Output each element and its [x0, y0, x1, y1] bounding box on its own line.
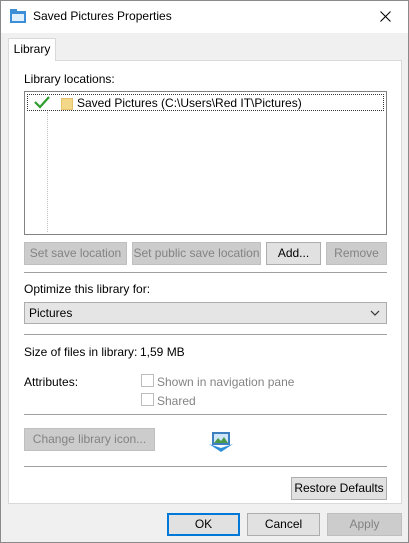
- divider: [24, 414, 387, 415]
- optimize-select[interactable]: Pictures: [24, 302, 387, 324]
- apply-button[interactable]: Apply: [327, 513, 402, 536]
- optimize-label: Optimize this library for:: [24, 282, 151, 296]
- folder-icon: [61, 98, 73, 110]
- ok-button[interactable]: OK: [167, 513, 240, 536]
- chevron-down-icon: [370, 307, 380, 321]
- shared-checkbox[interactable]: [141, 393, 154, 406]
- close-button[interactable]: [362, 1, 408, 32]
- change-library-icon-button[interactable]: Change library icon...: [24, 428, 155, 451]
- divider: [24, 334, 387, 335]
- list-item[interactable]: Saved Pictures (C:\Users\Red IT\Pictures…: [27, 94, 384, 111]
- location-path: Saved Pictures (C:\Users\Red IT\Pictures…: [77, 96, 302, 110]
- remove-button[interactable]: Remove: [326, 242, 387, 265]
- add-button[interactable]: Add...: [266, 242, 321, 265]
- cancel-button[interactable]: Cancel: [247, 513, 320, 536]
- close-icon: [379, 11, 391, 22]
- library-locations-heading: Library locations:: [24, 72, 115, 86]
- library-tab-panel: Library locations: Saved Pictures (C:\Us…: [8, 60, 402, 504]
- checkmark-icon: [34, 94, 50, 113]
- tree-line: [47, 112, 48, 232]
- restore-defaults-button[interactable]: Restore Defaults: [291, 477, 387, 500]
- tab-library[interactable]: Library: [8, 38, 56, 61]
- set-save-location-button[interactable]: Set save location: [24, 242, 127, 265]
- library-folder-icon: [10, 9, 26, 23]
- size-label: Size of files in library:: [24, 345, 138, 359]
- library-locations-list[interactable]: Saved Pictures (C:\Users\Red IT\Pictures…: [24, 91, 387, 235]
- title-bar: Saved Pictures Properties: [1, 1, 408, 33]
- set-public-save-location-button[interactable]: Set public save location: [132, 242, 261, 265]
- window-title: Saved Pictures Properties: [33, 9, 172, 23]
- size-value: 1,59 MB: [140, 345, 185, 359]
- shown-in-navigation-checkbox[interactable]: [141, 374, 154, 387]
- divider: [24, 466, 387, 467]
- divider: [24, 272, 387, 273]
- shared-label: Shared: [157, 394, 196, 408]
- properties-dialog: Saved Pictures Properties Library Librar…: [0, 0, 409, 543]
- optimize-value: Pictures: [29, 306, 73, 320]
- library-preview-icon: [207, 430, 235, 457]
- shown-in-navigation-label: Shown in navigation pane: [157, 375, 295, 389]
- attributes-label: Attributes:: [24, 375, 79, 389]
